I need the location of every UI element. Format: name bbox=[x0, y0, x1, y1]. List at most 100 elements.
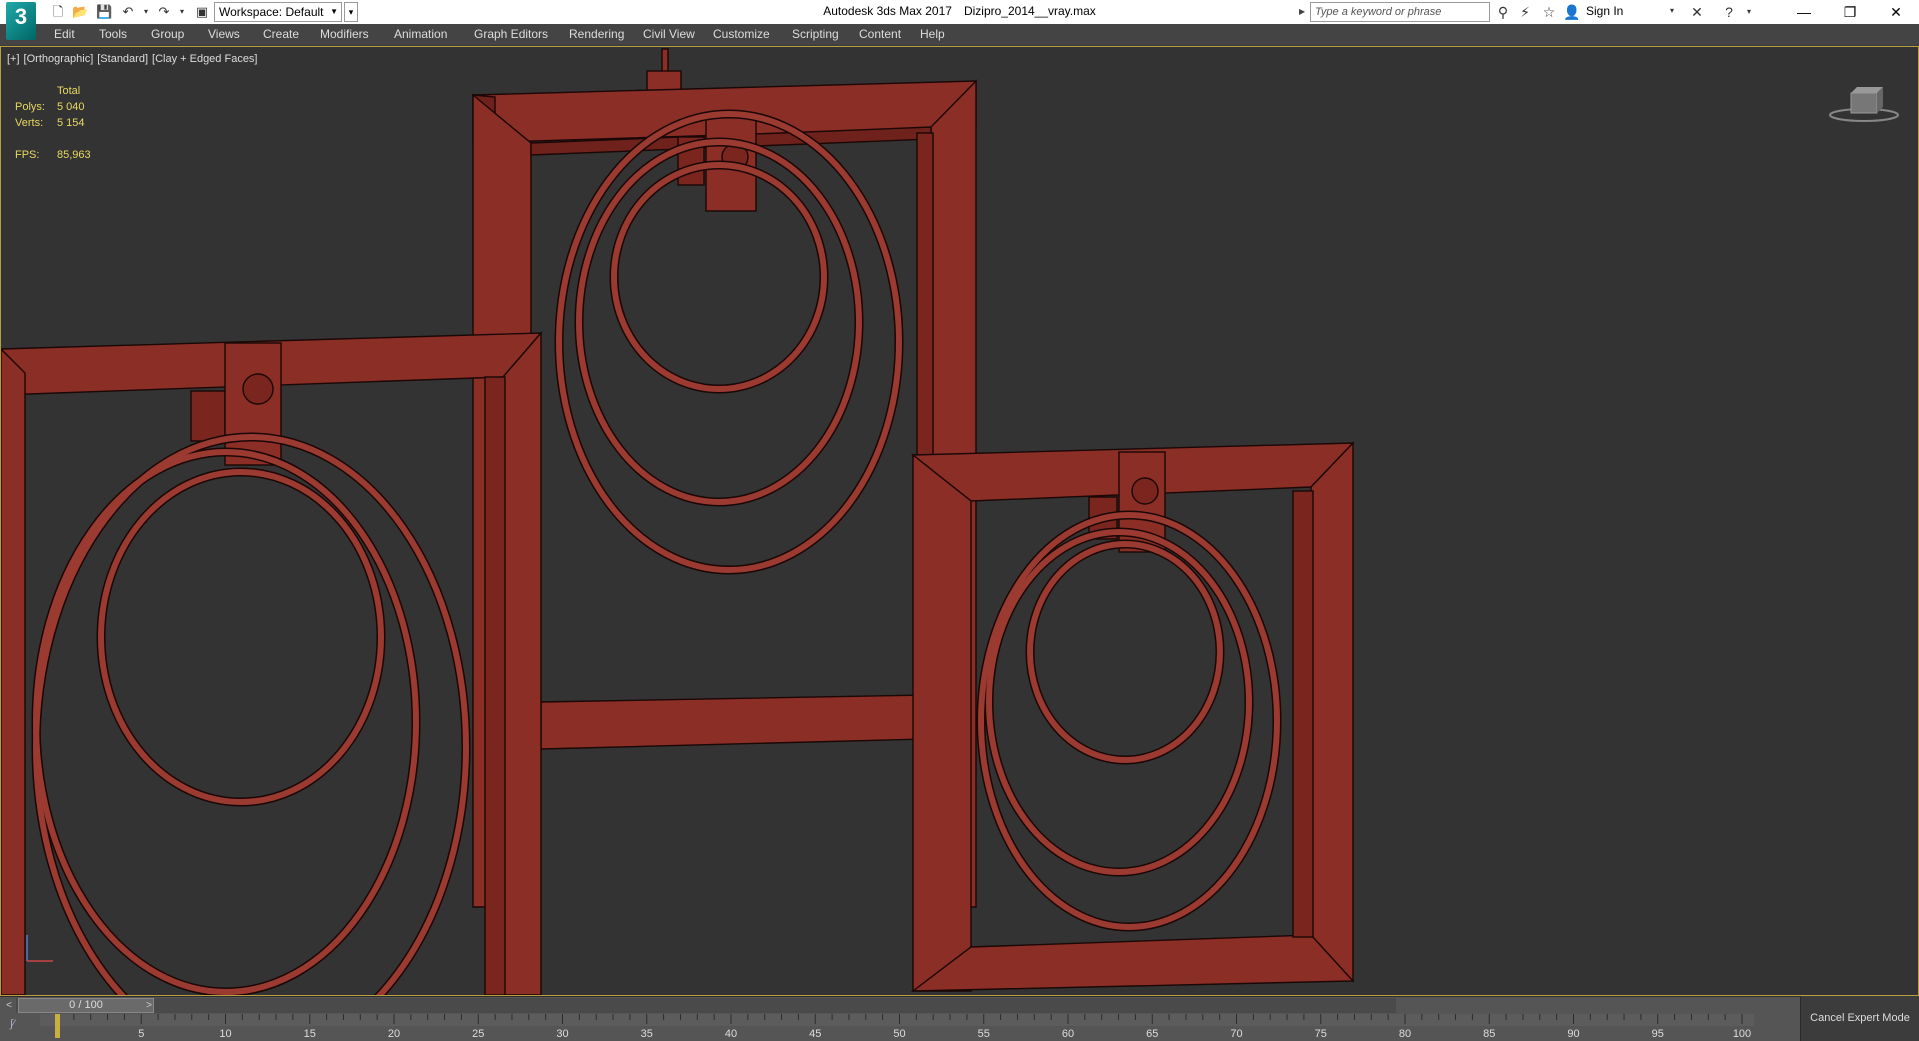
current-frame-marker[interactable] bbox=[55, 1014, 60, 1038]
scene-objects[interactable] bbox=[1, 47, 1918, 995]
menu-tools[interactable]: Tools bbox=[99, 27, 127, 41]
new-file-icon[interactable]: 🗋 bbox=[50, 4, 66, 20]
ruler-label: 60 bbox=[1062, 1028, 1074, 1040]
left-rings bbox=[33, 434, 469, 995]
app-logo[interactable]: 3 bbox=[6, 2, 36, 40]
workspace-menu-icon[interactable]: ▾ bbox=[344, 2, 358, 22]
ruler-label: 35 bbox=[641, 1028, 653, 1040]
menu-graph-editors[interactable]: Graph Editors bbox=[474, 27, 548, 41]
time-slider-track[interactable] bbox=[16, 998, 1396, 1013]
polys-value: 5 040 bbox=[57, 101, 85, 113]
save-icon[interactable]: 💾 bbox=[96, 4, 112, 20]
ruler-label: 100 bbox=[1733, 1028, 1751, 1040]
left-bracket bbox=[224, 342, 282, 466]
time-slider-handle[interactable]: 0 / 100 bbox=[18, 998, 154, 1013]
ruler-band bbox=[40, 1014, 1754, 1026]
menu-customize[interactable]: Customize bbox=[713, 27, 770, 41]
ruler-label: 40 bbox=[725, 1028, 737, 1040]
left-frame-left bbox=[1, 348, 26, 995]
left-frame-inner-right bbox=[484, 376, 506, 995]
sign-in-dropdown-icon[interactable]: ▾ bbox=[1670, 6, 1674, 15]
menu-rendering[interactable]: Rendering bbox=[569, 27, 624, 41]
ruler-label: 90 bbox=[1567, 1028, 1579, 1040]
viewport-menu-plus[interactable]: [+] bbox=[7, 53, 20, 65]
right-bolt bbox=[1131, 477, 1159, 505]
verts-value: 5 154 bbox=[57, 117, 85, 129]
minimize-button[interactable]: — bbox=[1781, 0, 1827, 24]
verts-label: Verts: bbox=[15, 117, 44, 129]
middle-crossbar bbox=[540, 694, 927, 750]
time-slider[interactable]: < 0 / 100 > bbox=[0, 996, 1919, 1014]
menu-edit[interactable]: Edit bbox=[54, 27, 75, 41]
restore-button[interactable]: ❐ bbox=[1827, 0, 1873, 24]
orthographic-viewport[interactable]: [+] [Orthographic] [Standard] [Clay + Edged… bbox=[0, 46, 1919, 996]
ruler-label: 95 bbox=[1652, 1028, 1664, 1040]
stats-header: Total bbox=[57, 85, 81, 97]
ruler-label: 20 bbox=[388, 1028, 400, 1040]
frame-ruler[interactable]: 5 10 15 20 25 30 35 40 45 50 55 60 65 70 75 80 85 90 95 100 bbox=[0, 1014, 1800, 1041]
menu-group[interactable]: Group bbox=[151, 27, 184, 41]
menu-help[interactable]: Help bbox=[920, 27, 945, 41]
exchange-apps-icon[interactable]: ✕ bbox=[1688, 3, 1706, 21]
left-frame-right bbox=[502, 331, 542, 995]
viewport-standard-menu[interactable]: [Standard] bbox=[97, 53, 148, 65]
ruler-label: 80 bbox=[1399, 1028, 1411, 1040]
chevron-down-icon: ▼ bbox=[330, 7, 338, 16]
favorites-star-icon[interactable]: ☆ bbox=[1540, 3, 1558, 21]
right-rings bbox=[978, 512, 1280, 930]
viewport-point-of-view[interactable]: [Orthographic] bbox=[24, 53, 94, 65]
previous-frame-button[interactable]: < bbox=[2, 998, 16, 1013]
ruler-label: 10 bbox=[219, 1028, 231, 1040]
fps-label: FPS: bbox=[15, 149, 40, 161]
menu-animation[interactable]: Animation bbox=[394, 27, 447, 41]
ceiling-mount bbox=[646, 70, 682, 92]
viewport-label: [+] [Orthographic] [Standard] [Clay + Edged… bbox=[7, 53, 262, 65]
sign-in-button[interactable]: Sign In bbox=[1586, 4, 1623, 18]
user-icon[interactable]: 👤 bbox=[1563, 3, 1581, 21]
ruler-label: 50 bbox=[893, 1028, 905, 1040]
undo-dropdown-icon[interactable]: ▾ bbox=[138, 4, 154, 20]
search-expand-icon[interactable]: ▶ bbox=[1299, 3, 1309, 21]
axis-tripod-icon bbox=[26, 935, 53, 962]
left-bracket-back bbox=[190, 390, 226, 442]
ruler-label: 30 bbox=[556, 1028, 568, 1040]
ruler-label: 65 bbox=[1146, 1028, 1158, 1040]
subscription-icon[interactable]: ⚡ bbox=[1516, 3, 1534, 21]
project-folder-icon[interactable]: ▣ bbox=[194, 4, 210, 20]
ruler-label: 45 bbox=[809, 1028, 821, 1040]
ruler-label: 55 bbox=[978, 1028, 990, 1040]
next-frame-button[interactable]: > bbox=[142, 998, 156, 1013]
right-frame-bottom bbox=[910, 934, 1355, 992]
redo-icon[interactable]: ↷ bbox=[156, 4, 172, 20]
help-icon[interactable]: ? bbox=[1720, 3, 1738, 21]
menu-scripting[interactable]: Scripting bbox=[792, 27, 839, 41]
right-frame-right bbox=[1310, 441, 1354, 983]
viewcube-icon[interactable] bbox=[1827, 83, 1901, 127]
menu-modifiers[interactable]: Modifiers bbox=[320, 27, 369, 41]
undo-icon[interactable]: ↶ bbox=[120, 4, 136, 20]
help-dropdown-icon[interactable]: ▾ bbox=[1740, 3, 1758, 21]
track-bar[interactable]: ∫⁄ 5 10 15 20 25 30 35 40 45 50 55 60 65 70 75 80 85 90 95… bbox=[0, 1014, 1800, 1041]
menu-content[interactable]: Content bbox=[859, 27, 901, 41]
ruler-label: 70 bbox=[1230, 1028, 1242, 1040]
cancel-expert-mode-button[interactable]: Cancel Expert Mode bbox=[1800, 996, 1919, 1041]
viewport-shading-menu[interactable]: [Clay + Edged Faces] bbox=[152, 53, 257, 65]
right-frame-left bbox=[912, 453, 972, 992]
menu-bar: Edit Tools Group Views Create Modifiers … bbox=[0, 24, 1919, 46]
menu-views[interactable]: Views bbox=[208, 27, 240, 41]
ruler-label: 75 bbox=[1315, 1028, 1327, 1040]
open-file-icon[interactable]: 📂 bbox=[72, 4, 88, 20]
left-bolt bbox=[242, 373, 274, 405]
ruler-label: 5 bbox=[138, 1028, 144, 1040]
menu-create[interactable]: Create bbox=[263, 27, 299, 41]
viewport-statistics: Total Polys: 5 040 Verts: 5 154 FPS: 85,963 bbox=[15, 83, 135, 163]
binoculars-icon[interactable]: ⚲ bbox=[1494, 3, 1512, 21]
redo-dropdown-icon[interactable]: ▾ bbox=[174, 4, 190, 20]
ruler-label: 15 bbox=[304, 1028, 316, 1040]
right-frame-inner-right bbox=[1292, 490, 1314, 938]
close-button[interactable]: ✕ bbox=[1873, 0, 1919, 24]
search-input[interactable] bbox=[1310, 2, 1490, 22]
menu-civil-view[interactable]: Civil View bbox=[643, 27, 695, 41]
fps-value: 85,963 bbox=[57, 149, 91, 161]
workspace-select[interactable]: Workspace: Default ▼ bbox=[214, 2, 342, 22]
